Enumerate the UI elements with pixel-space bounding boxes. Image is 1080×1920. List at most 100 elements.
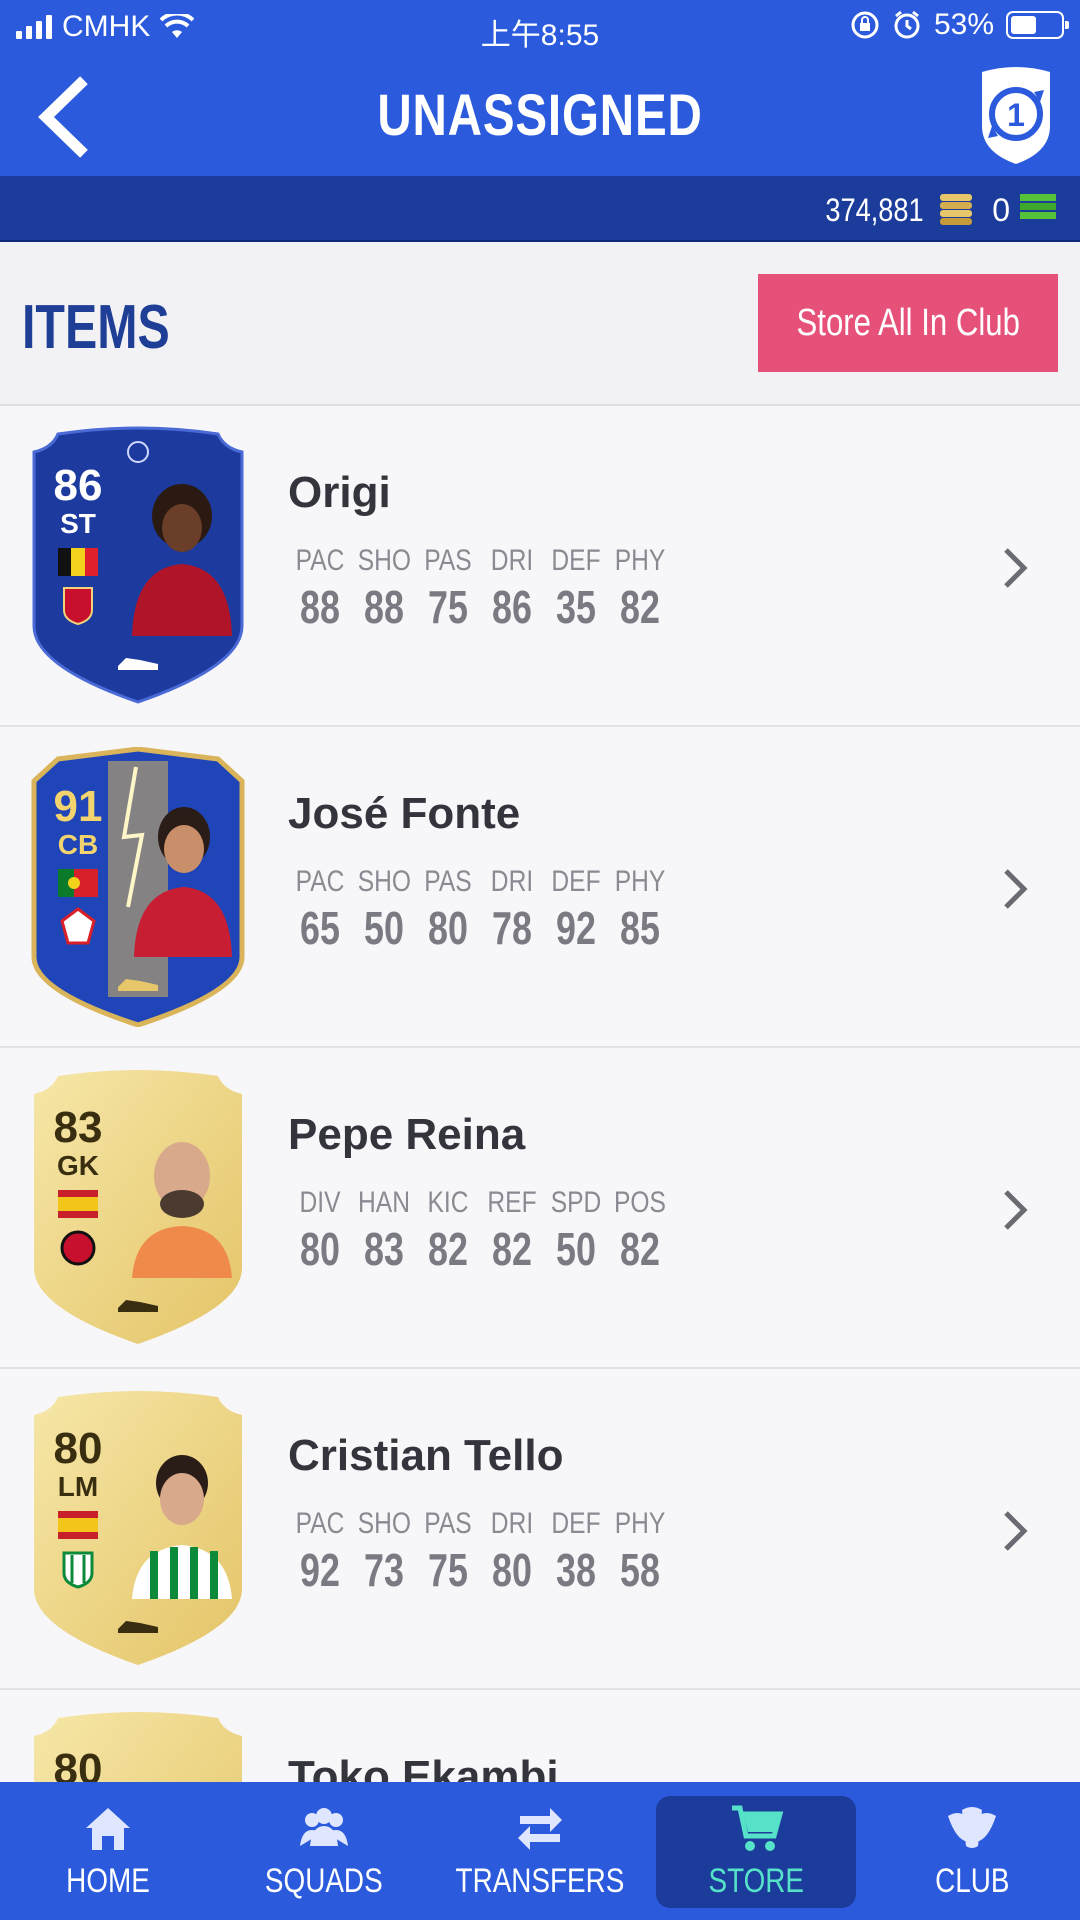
stat-value: 50 [364, 902, 404, 954]
sync-badge: 1 [1007, 97, 1025, 133]
stat-label: REF [487, 1186, 537, 1219]
nav-home[interactable]: HOME [0, 1782, 216, 1920]
player-row[interactable]: 80 Toko Ekambi [0, 1690, 1080, 1782]
currency-bar: 374,881 0 [0, 176, 1080, 242]
stat-value: 88 [300, 581, 340, 633]
nav-club[interactable]: CLUB [864, 1782, 1080, 1920]
stat-label: DRI [490, 865, 534, 898]
nav-label: CLUB [934, 1861, 1010, 1900]
stat-label: PAS [424, 1507, 472, 1540]
boot-icon [118, 979, 158, 991]
transfers-icon [518, 1807, 562, 1850]
player-row[interactable]: 91 CB José Fonte PAC 65 SHO 50 PAS 80 DRI 78 [0, 727, 1080, 1048]
points-value: 0 [992, 192, 1010, 228]
chevron-right-icon[interactable] [996, 861, 1036, 917]
chevron-right-icon[interactable] [996, 540, 1036, 596]
stat-label: DRI [490, 544, 534, 577]
cart-icon [732, 1805, 784, 1851]
battery-percent: 53% [933, 8, 994, 41]
stat-value: 85 [620, 902, 660, 954]
stat-label: PAS [424, 544, 472, 577]
stat-label: SHO [357, 865, 412, 898]
stat-label: POS [614, 1186, 666, 1219]
rotation-lock-icon [851, 11, 879, 39]
player-row[interactable]: 80 LM Cristian Tello PAC 92 SHO 73 PAS 7… [0, 1369, 1080, 1690]
nav-squads[interactable]: SQUADS [216, 1782, 432, 1920]
belgium-flag-icon [58, 548, 98, 576]
player-stats: DIV 80 HAN 83 KIC 82 REF 82 SPD 50 POS 82 [288, 1186, 672, 1276]
player-card: 83 GK [28, 1068, 248, 1348]
nav-store[interactable]: STORE [648, 1782, 864, 1920]
nav-label: HOME [66, 1861, 150, 1900]
player-name: Pepe Reina [288, 1110, 526, 1159]
stat-label: PAC [295, 865, 345, 898]
coins-value: 374,881 [825, 192, 924, 228]
items-title: ITEMS [22, 293, 170, 362]
card-position: ST [60, 508, 96, 539]
stat-label: PHY [614, 865, 666, 898]
stat-label: DIV [299, 1186, 341, 1219]
card-position: GK [57, 1150, 99, 1181]
stat-value: 82 [428, 1223, 468, 1275]
player-list[interactable]: 86 ST Origi PAC 88 SHO 88 PAS 75 DRI 86 DEF 3 [0, 406, 1080, 1782]
player-stats: PAC 88 SHO 88 PAS 75 DRI 86 DEF 35 PHY 82 [288, 544, 672, 634]
player-row[interactable]: 83 GK Pepe Reina DIV 80 HAN 83 KIC 82 REF 82 [0, 1048, 1080, 1369]
nav-label: SQUADS [265, 1861, 383, 1900]
stat-label: SPD [550, 1186, 602, 1219]
player-name: Toko Ekambi [288, 1752, 559, 1782]
player-name: Cristian Tello [288, 1431, 564, 1480]
card-rating: 80 [53, 1745, 103, 1783]
player-card: 91 CB [28, 747, 248, 1027]
chevron-right-icon[interactable] [996, 1503, 1036, 1559]
liverpool-crest-icon [63, 587, 93, 626]
stat-value: 50 [556, 1223, 596, 1275]
player-stats: PAC 65 SHO 50 PAS 80 DRI 78 DEF 92 PHY 85 [288, 865, 672, 955]
stat-value: 82 [620, 1223, 660, 1275]
boot-icon [118, 658, 158, 670]
store-all-in-club-button[interactable]: Store All In Club [758, 274, 1058, 372]
bottom-nav: HOME SQUADS TRANSFERS STORE CLUB [0, 1782, 1080, 1920]
stat-value: 73 [364, 1544, 404, 1596]
portugal-flag-icon [58, 869, 98, 897]
stat-value: 82 [620, 581, 660, 633]
chevron-right-icon[interactable] [996, 1182, 1036, 1238]
player-portrait [132, 484, 232, 636]
coins-icon [940, 194, 972, 225]
stat-label: DRI [490, 1507, 534, 1540]
ac-milan-crest-icon [60, 1230, 96, 1266]
page-title: UNASSIGNED [377, 83, 703, 148]
stat-value: 80 [492, 1544, 532, 1596]
nav-transfers[interactable]: TRANSFERS [432, 1782, 648, 1920]
player-card: 80 [28, 1710, 248, 1782]
card-position: LM [57, 1471, 99, 1502]
card-rating: 80 [53, 1424, 103, 1473]
player-card: 80 LM [28, 1389, 248, 1669]
stat-value: 80 [300, 1223, 340, 1275]
real-betis-crest-icon [62, 1551, 94, 1589]
player-row[interactable]: 86 ST Origi PAC 88 SHO 88 PAS 75 DRI 86 DEF 3 [0, 406, 1080, 727]
stat-value: 75 [428, 581, 468, 633]
stat-label: PHY [614, 1507, 666, 1540]
items-header: ITEMS Store All In Club [0, 242, 1080, 406]
spain-flag-icon [58, 1511, 98, 1539]
stat-label: SHO [357, 1507, 412, 1540]
nav-label: TRANSFERS [455, 1861, 625, 1900]
stat-value: 35 [556, 581, 596, 633]
spain-flag-icon [58, 1190, 98, 1218]
stat-label: PAC [295, 1507, 345, 1540]
stat-value: 88 [364, 581, 404, 633]
stat-label: DEF [551, 865, 601, 898]
stat-label: HAN [358, 1186, 410, 1219]
squads-icon [300, 1807, 348, 1846]
stat-value: 58 [620, 1544, 660, 1596]
stat-value: 78 [492, 902, 532, 954]
stat-label: PAC [295, 544, 345, 577]
back-button[interactable] [30, 72, 100, 162]
player-portrait [132, 1455, 232, 1599]
stat-value: 80 [428, 902, 468, 954]
stat-label: SHO [357, 544, 412, 577]
sync-button[interactable]: 1 [974, 62, 1058, 166]
stat-value: 92 [556, 902, 596, 954]
stat-value: 38 [556, 1544, 596, 1596]
card-rating: 91 [53, 782, 103, 831]
